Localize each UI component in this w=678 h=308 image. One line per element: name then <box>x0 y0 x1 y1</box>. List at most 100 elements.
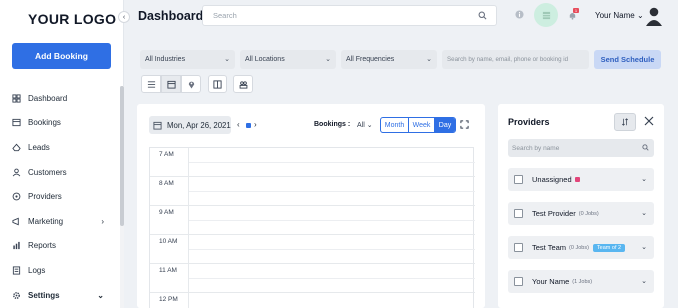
hour-label: 11 AM <box>159 267 177 274</box>
hour-row[interactable]: 11 AM <box>150 264 475 293</box>
locations-select[interactable]: All Locations ⌄ <box>240 50 336 69</box>
send-schedule-button[interactable]: Send Schedule <box>594 50 661 69</box>
locations-value: All Locations <box>245 56 285 63</box>
team-view-toggle[interactable] <box>233 75 253 93</box>
sidebar-item-customers[interactable]: Customers <box>0 160 120 185</box>
map-pin-icon <box>188 81 194 89</box>
dashboard-icon <box>12 94 21 103</box>
time-column-divider <box>188 148 189 308</box>
provider-row[interactable]: Unassigned ⌄ <box>508 168 654 191</box>
hour-row[interactable]: 8 AM <box>150 177 475 206</box>
frequencies-select[interactable]: All Frequencies ⌄ <box>341 50 437 69</box>
unassigned-marker <box>574 177 580 182</box>
tab-week[interactable]: Week <box>409 118 435 132</box>
search-icon <box>642 144 649 151</box>
sidebar-nav: Dashboard Bookings Leads Customers Provi… <box>0 86 120 307</box>
next-day-icon[interactable]: › <box>254 120 257 129</box>
calendar-view-toggle[interactable] <box>161 75 181 93</box>
leads-icon <box>12 143 21 152</box>
sidebar-item-label: Logs <box>28 265 46 275</box>
sidebar-item-marketing[interactable]: Marketing › <box>0 209 120 234</box>
provider-row[interactable]: Test Provider (0 Jobs) ⌄ <box>508 202 654 225</box>
date-picker[interactable]: Mon, Apr 26, 2021 <box>149 116 231 134</box>
provider-checkbox[interactable] <box>514 277 523 286</box>
list-view-toggle[interactable] <box>141 75 161 93</box>
hour-label: 12 PM <box>159 296 178 303</box>
chevron-down-icon: ⌄ <box>634 11 644 20</box>
hour-label: 8 AM <box>159 180 174 187</box>
bookings-filter-label: Bookings : <box>314 121 351 128</box>
collapse-sidebar-button[interactable]: ‹ <box>118 11 130 23</box>
user-menu[interactable]: Your Name ⌄ <box>595 11 644 20</box>
list-icon <box>147 80 155 88</box>
sidebar-item-providers[interactable]: Providers <box>0 184 120 209</box>
provider-checkbox[interactable] <box>514 243 523 252</box>
providers-panel: Providers Search by name Unassigned ⌄ Te… <box>498 104 664 308</box>
hour-row[interactable]: 10 AM <box>150 235 475 264</box>
sidebar-item-bookings[interactable]: Bookings <box>0 111 120 136</box>
add-booking-button[interactable]: Add Booking <box>12 43 111 69</box>
frequencies-value: All Frequencies <box>346 56 395 63</box>
chevron-down-icon: ⌄ <box>224 56 230 63</box>
industries-select[interactable]: All Industries ⌄ <box>140 50 235 69</box>
provider-checkbox[interactable] <box>514 209 523 218</box>
day-grid[interactable]: 7 AM 8 AM 9 AM 10 AM 11 AM 12 PM <box>149 147 475 308</box>
sidebar-item-leads[interactable]: Leads <box>0 135 120 160</box>
grid-icon <box>542 11 550 19</box>
provider-row[interactable]: Your Name (1 Jobs) ⌄ <box>508 270 654 293</box>
provider-name: Test Team <box>532 243 567 252</box>
chevron-down-icon[interactable]: ⌄ <box>641 175 647 183</box>
hour-row[interactable]: 7 AM <box>150 148 475 177</box>
customers-icon <box>12 168 21 177</box>
chevron-down-icon[interactable]: ⌄ <box>641 209 647 217</box>
chevron-left-icon: ‹ <box>122 13 126 21</box>
sidebar-scrollbar-thumb[interactable] <box>120 86 124 226</box>
provider-row[interactable]: Test Team (0 Jobs) Team of 2 ⌄ <box>508 236 654 259</box>
current-date: Mon, Apr 26, 2021 <box>167 120 231 130</box>
hour-row[interactable]: 12 PM <box>150 293 475 308</box>
tab-month[interactable]: Month <box>381 118 409 132</box>
provider-jobs: (0 Jobs) <box>578 210 599 217</box>
user-name: Your Name <box>595 11 635 20</box>
team-tag: Team of 2 <box>592 243 626 252</box>
today-indicator[interactable] <box>246 123 251 128</box>
sidebar-item-label: Dashboard <box>28 93 68 103</box>
provider-name: Your Name <box>532 277 570 286</box>
provider-checkbox[interactable] <box>514 175 523 184</box>
sidebar-item-reports[interactable]: Reports <box>0 234 120 259</box>
tab-day[interactable]: Day <box>435 118 455 132</box>
close-icon[interactable] <box>644 116 654 126</box>
booking-search-input[interactable]: Search by name, email, phone or booking … <box>442 50 589 69</box>
view-switcher: Month Week Day <box>380 117 456 133</box>
split-view-toggle[interactable] <box>208 75 227 93</box>
bookings-filter-select[interactable]: All ⌄ <box>357 121 373 129</box>
prev-day-icon[interactable]: ‹ <box>237 120 240 129</box>
provider-jobs: (0 Jobs) <box>569 244 589 251</box>
provider-search-input[interactable]: Search by name <box>508 139 654 157</box>
settings-icon <box>12 291 21 300</box>
reports-icon <box>12 241 21 250</box>
sidebar: YOUR LOGO Add Booking Dashboard Bookings… <box>0 0 124 308</box>
chevron-down-icon: ⌄ <box>325 56 331 63</box>
fullscreen-icon[interactable] <box>460 120 469 129</box>
chevron-down-icon[interactable]: ⌄ <box>641 277 647 285</box>
sidebar-item-label: Settings <box>28 290 60 300</box>
avatar[interactable] <box>645 6 663 26</box>
info-icon[interactable] <box>513 8 525 20</box>
columns-icon <box>213 79 222 89</box>
map-view-toggle[interactable] <box>181 75 201 93</box>
hour-label: 10 AM <box>159 238 178 245</box>
search-input[interactable]: Search <box>202 5 497 26</box>
sidebar-item-label: Bookings <box>28 118 61 128</box>
logs-icon <box>12 266 21 275</box>
providers-icon <box>12 192 21 201</box>
sidebar-item-dashboard[interactable]: Dashboard <box>0 86 120 111</box>
schedule-button[interactable] <box>534 3 558 27</box>
booking-search-placeholder: Search by name, email, phone or booking … <box>447 56 569 63</box>
marketing-icon <box>12 217 21 226</box>
sort-button[interactable] <box>614 113 636 131</box>
chevron-down-icon[interactable]: ⌄ <box>641 243 647 251</box>
sidebar-item-settings[interactable]: Settings ⌄ <box>0 283 120 308</box>
sidebar-item-logs[interactable]: Logs <box>0 258 120 283</box>
hour-row[interactable]: 9 AM <box>150 206 475 235</box>
